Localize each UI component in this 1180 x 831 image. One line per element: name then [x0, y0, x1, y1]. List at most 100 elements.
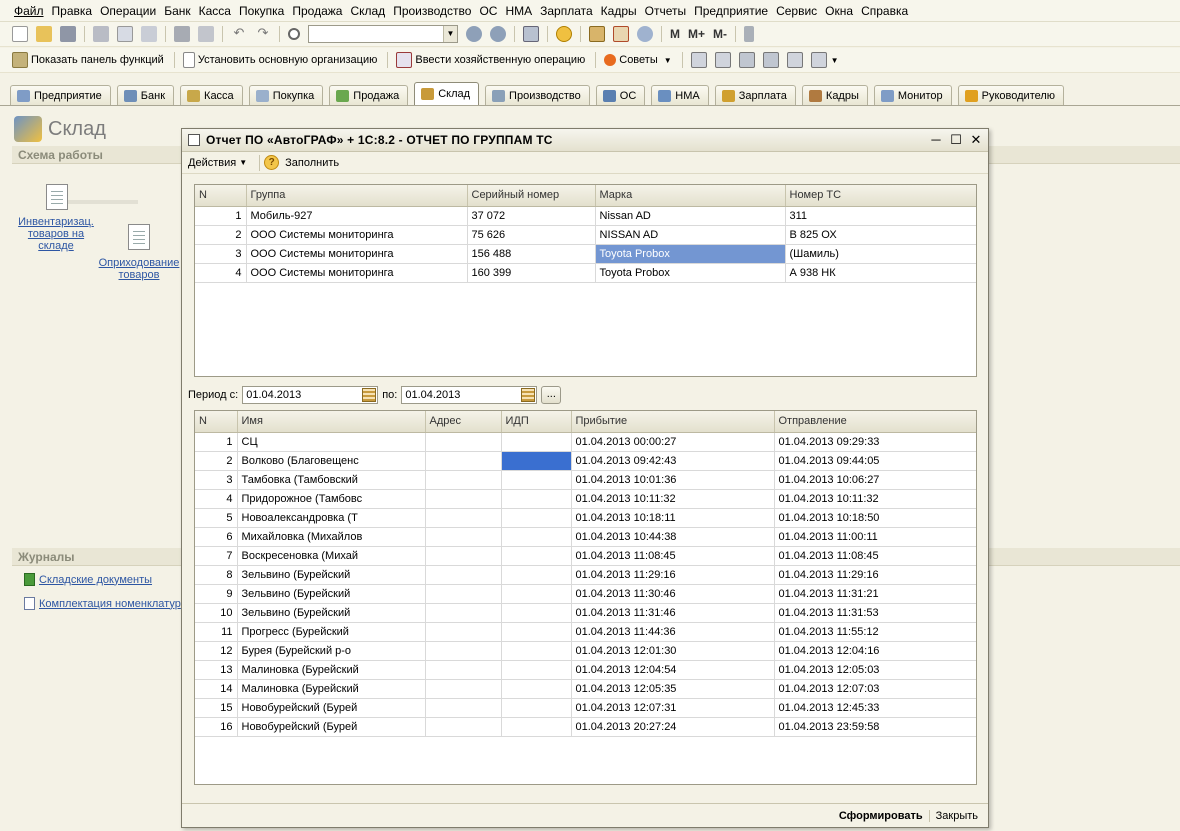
new-document-icon[interactable]	[12, 26, 28, 42]
table-cell[interactable]: 01.04.2013 10:06:27	[774, 470, 976, 490]
table-cell[interactable]	[501, 451, 572, 471]
table-cell[interactable]	[425, 679, 502, 699]
table-cell[interactable]: 4	[195, 489, 238, 509]
column-header[interactable]: Имя	[237, 411, 426, 433]
window-list-icon[interactable]	[523, 26, 539, 42]
table-cell[interactable]: 156 488	[467, 244, 596, 264]
table-row[interactable]: 5 Новоалександровка (Т 01.04.2013 10:18:11…	[195, 508, 976, 528]
table-cell[interactable]: Волково (Благовещенс	[237, 451, 426, 471]
column-header[interactable]: Группа	[246, 185, 468, 207]
table-cell[interactable]: А 938 НК	[785, 263, 976, 283]
tab-item[interactable]: Зарплата	[714, 85, 796, 105]
tab-item[interactable]: Руководителю	[957, 85, 1065, 105]
find-prev-icon[interactable]	[490, 26, 506, 42]
close-button[interactable]: Закрыть	[928, 809, 978, 822]
table-cell[interactable]: Малиновка (Бурейский	[237, 660, 426, 680]
set-org-button[interactable]: Установить основную организацию	[179, 52, 377, 68]
table-cell[interactable]: Малиновка (Бурейский	[237, 679, 426, 699]
table-cell[interactable]: 01.04.2013 11:08:45	[571, 546, 775, 566]
menu-item[interactable]: Предприятие	[690, 4, 772, 18]
actions-menu-button[interactable]: Действия ▼	[188, 157, 247, 169]
memory-add-button[interactable]: M+	[688, 27, 705, 41]
table-cell[interactable]: 160 399	[467, 263, 596, 283]
table-cell[interactable]: Придорожное (Тамбовс	[237, 489, 426, 509]
calendar-icon[interactable]	[521, 388, 536, 402]
copy-icon[interactable]	[117, 26, 133, 42]
table-cell[interactable]: 01.04.2013 12:04:54	[571, 660, 775, 680]
table-cell[interactable]	[501, 565, 572, 585]
table-row[interactable]: 16 Новобурейский (Бурей 01.04.2013 20:27:2…	[195, 717, 976, 737]
table-cell[interactable]: 2	[195, 451, 238, 471]
table-cell[interactable]	[425, 508, 502, 528]
calendar-icon[interactable]	[613, 26, 629, 42]
tools-icon[interactable]	[744, 26, 755, 42]
table-cell[interactable]: 01.04.2013 12:05:03	[774, 660, 976, 680]
table-cell[interactable]: Toyota Probox	[595, 263, 786, 283]
table-cell[interactable]: 01.04.2013 20:27:24	[571, 717, 775, 737]
table-row[interactable]: 10 Зельвино (Бурейский 01.04.2013 11:31:46…	[195, 603, 976, 623]
period-from-input[interactable]: 01.04.2013	[242, 386, 379, 404]
table-cell[interactable]: 01.04.2013 23:59:58	[774, 717, 976, 737]
table-cell[interactable]	[425, 603, 502, 623]
table-cell[interactable]: 16	[195, 717, 238, 737]
memory-subtract-button[interactable]: M-	[713, 27, 727, 41]
menu-item[interactable]: Окна	[821, 4, 857, 18]
column-header[interactable]: Номер ТС	[785, 185, 976, 207]
menu-item[interactable]: Покупка	[235, 4, 288, 18]
journal-link[interactable]: Комплектация номенклатур	[39, 598, 181, 610]
table-row[interactable]: 4 Придорожное (Тамбовс 01.04.2013 10:11:32…	[195, 489, 976, 509]
table-cell[interactable]: 3	[195, 244, 247, 264]
redo-icon[interactable]: ↷	[255, 26, 271, 42]
menu-item[interactable]: Кадры	[597, 4, 641, 18]
inventory-link[interactable]: Инвентаризац. товаров на складе	[12, 216, 100, 252]
table-cell[interactable]: 01.04.2013 10:11:32	[571, 489, 775, 509]
table-cell[interactable]: Новобурейский (Бурей	[237, 717, 426, 737]
table-cell[interactable]: 01.04.2013 12:45:33	[774, 698, 976, 718]
tab-item[interactable]: Касса	[180, 85, 243, 105]
table-row[interactable]: 7 Воскресеновка (Михай 01.04.2013 11:08:45…	[195, 546, 976, 566]
table-cell[interactable]: 01.04.2013 12:07:03	[774, 679, 976, 699]
menu-item[interactable]: Отчеты	[641, 4, 690, 18]
table-cell[interactable]: 01.04.2013 11:30:46	[571, 584, 775, 604]
table-cell[interactable]: 9	[195, 584, 238, 604]
save-icon[interactable]	[60, 26, 76, 42]
table-cell[interactable]: 2	[195, 225, 247, 245]
calculator-icon[interactable]	[589, 26, 605, 42]
table-cell[interactable]: Тамбовка (Тамбовский	[237, 470, 426, 490]
table-cell[interactable]	[501, 717, 572, 737]
menu-item[interactable]: Зарплата	[536, 4, 597, 18]
table-cell[interactable]	[425, 489, 502, 509]
table-cell[interactable]: 4	[195, 263, 247, 283]
table-cell[interactable]: 01.04.2013 09:44:05	[774, 451, 976, 471]
table-cell[interactable]: NISSAN AD	[595, 225, 786, 245]
table-row[interactable]: 4 ООО Системы мониторинга 160 399 Toyota Pr…	[195, 263, 976, 283]
tab-item[interactable]: Продажа	[329, 85, 409, 105]
menu-item[interactable]: Операции	[96, 4, 160, 18]
info-icon[interactable]	[556, 26, 572, 42]
table-cell[interactable]: 01.04.2013 09:42:43	[571, 451, 775, 471]
menu-item[interactable]: ОС	[475, 4, 501, 18]
advice-button[interactable]: Советы ▼	[600, 54, 672, 66]
menu-item[interactable]: Справка	[857, 4, 912, 18]
table-cell[interactable]: 01.04.2013 10:18:11	[571, 508, 775, 528]
table-cell[interactable]: В 825 ОХ	[785, 225, 976, 245]
table-cell[interactable]	[501, 641, 572, 661]
column-header[interactable]: Отправление	[774, 411, 976, 433]
table-cell[interactable]: 3	[195, 470, 238, 490]
table-cell[interactable]: ООО Системы мониторинга	[246, 244, 468, 264]
undo-icon[interactable]: ↶	[231, 26, 247, 42]
table-cell[interactable]: 01.04.2013 10:11:32	[774, 489, 976, 509]
table-cell[interactable]: Зельвино (Бурейский	[237, 603, 426, 623]
menu-item[interactable]: Касса	[195, 4, 235, 18]
table-row[interactable]: 1 СЦ 01.04.2013 00:00:27 01.04.2013 09:29:3…	[195, 432, 976, 452]
table-cell[interactable]	[425, 698, 502, 718]
journal-item[interactable]: Комплектация номенклатур	[24, 597, 181, 610]
table-cell[interactable]: Nissan AD	[595, 206, 786, 226]
table-row[interactable]: 3 Тамбовка (Тамбовский 01.04.2013 10:01:36…	[195, 470, 976, 490]
menu-item[interactable]: Продажа	[288, 4, 346, 18]
column-header[interactable]: Серийный номер	[467, 185, 596, 207]
table-cell[interactable]: Прогресс (Бурейский	[237, 622, 426, 642]
period-to-input[interactable]: 01.04.2013	[401, 386, 538, 404]
table-cell[interactable]: ООО Системы мониторинга	[246, 263, 468, 283]
table-cell[interactable]	[425, 432, 502, 452]
